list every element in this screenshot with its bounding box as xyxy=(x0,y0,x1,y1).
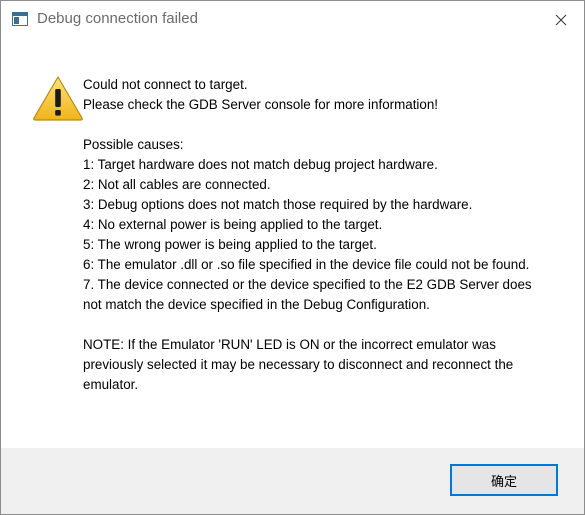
message-line: Possible causes: xyxy=(83,137,184,152)
message-line: 3: Debug options does not match those re… xyxy=(83,197,473,212)
message-line: 1: Target hardware does not match debug … xyxy=(83,157,438,172)
dialog-title: Debug connection failed xyxy=(37,10,198,27)
close-icon xyxy=(555,14,567,26)
message-note: NOTE: If the Emulator 'RUN' LED is ON or… xyxy=(83,337,514,392)
warning-icon xyxy=(33,76,83,121)
message-line: 4: No external power is being applied to… xyxy=(83,217,383,232)
message-line: 2: Not all cables are connected. xyxy=(83,177,271,192)
dialog-footer: 确定 xyxy=(1,448,584,514)
message-line: 7. The device connected or the device sp… xyxy=(83,277,532,312)
dialog-content: Could not connect to target. Please chec… xyxy=(1,39,584,448)
message-line: 5: The wrong power is being applied to t… xyxy=(83,237,377,252)
message-line: Please check the GDB Server console for … xyxy=(83,97,439,112)
dialog-window: Debug connection failed Could not connec… xyxy=(0,0,585,515)
error-message: Could not connect to target. Please chec… xyxy=(83,75,553,395)
ok-button[interactable]: 确定 xyxy=(450,464,558,496)
close-button[interactable] xyxy=(538,1,584,39)
window-app-icon xyxy=(12,12,28,26)
title-bar[interactable]: Debug connection failed xyxy=(1,1,584,39)
message-line: Could not connect to target. xyxy=(83,77,248,92)
message-line: 6: The emulator .dll or .so file specifi… xyxy=(83,257,530,272)
